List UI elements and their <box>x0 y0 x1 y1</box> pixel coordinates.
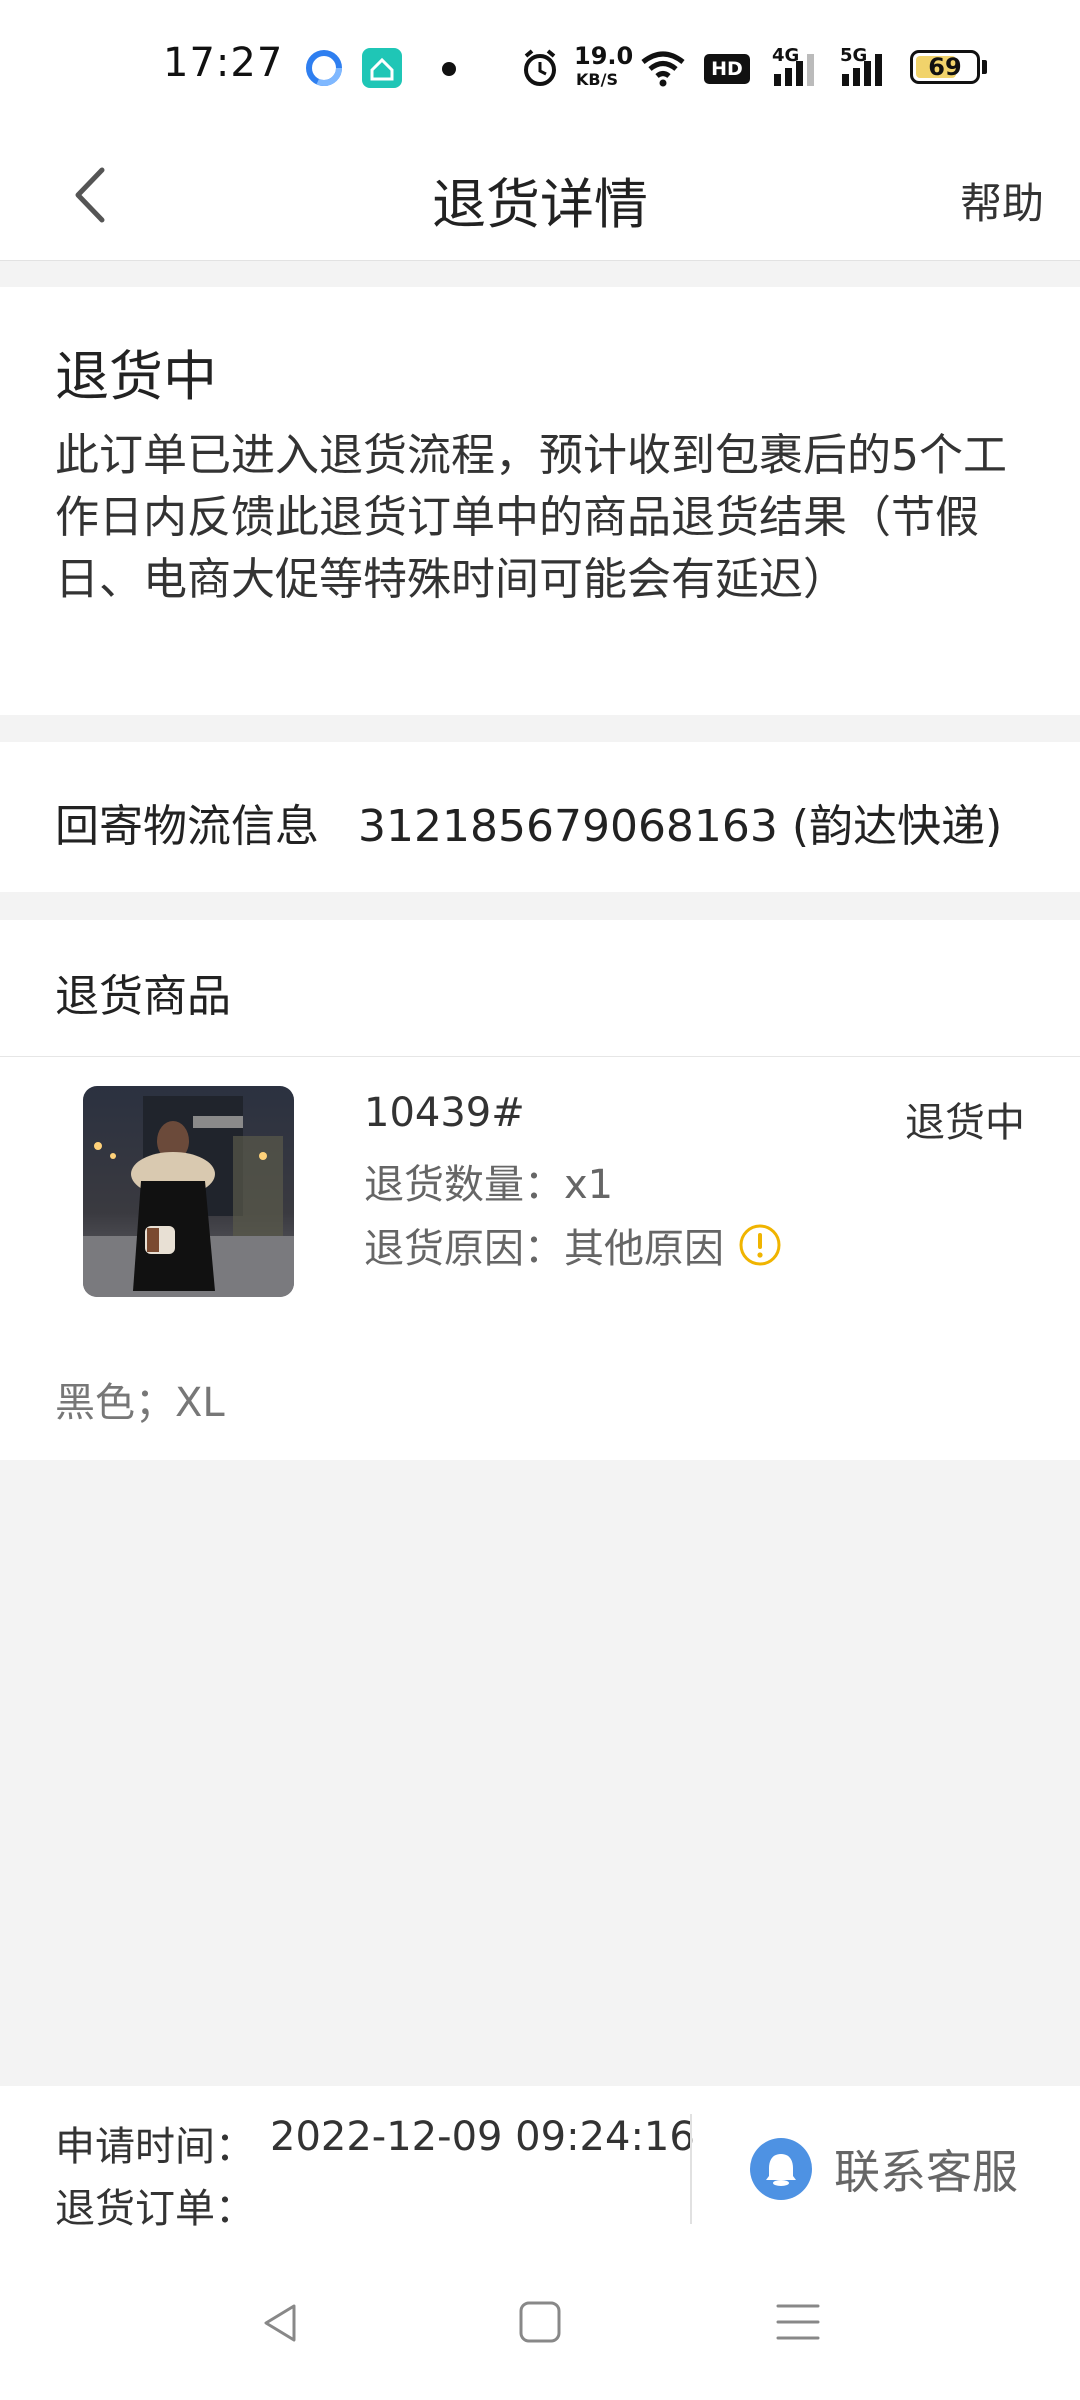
return-status-title: 退货中 <box>55 345 217 408</box>
apply-time-label: 申请时间： <box>55 2124 255 2170</box>
returned-goods-card: 退货商品 10439# 退货中 退货数量：x1 退货原因：其他原因 黑色；XL <box>0 920 1080 1460</box>
net-speed-unit: KB/S <box>576 70 618 89</box>
return-reason-row: 退货原因：其他原因 <box>364 1216 782 1274</box>
page-title: 退货详情 <box>432 173 648 236</box>
notification-dot-icon <box>442 62 456 76</box>
product-return-status: 退货中 <box>905 1100 1025 1146</box>
signal-4g-icon <box>774 54 814 86</box>
return-status-description: 此订单已进入退货流程，预计收到包裹后的5个工作日内反馈此退货订单中的商品退货结果… <box>55 430 1007 605</box>
nav-recents-icon[interactable] <box>774 2298 822 2346</box>
net-speed-value: 19.0 <box>574 42 634 70</box>
customer-service-icon <box>750 2138 812 2200</box>
product-name: 10439# <box>364 1090 525 1136</box>
apply-time-value: 2022-12-09 09:24:16 <box>270 2114 695 2160</box>
product-thumbnail[interactable] <box>83 1086 294 1297</box>
contact-service-label: 联系客服 <box>834 2145 1018 2199</box>
logistics-label: 回寄物流信息 <box>55 801 319 852</box>
nav-back-icon[interactable] <box>256 2298 306 2348</box>
home-app-icon <box>362 48 402 88</box>
signal-5g-icon <box>842 54 882 86</box>
alarm-icon <box>524 49 556 86</box>
product-spec: 黑色；XL <box>55 1380 225 1426</box>
return-status-card: 退货中 此订单已进入退货流程，预计收到包裹后的5个工作日内反馈此退货订单中的商品… <box>0 287 1080 715</box>
return-reason: 退货原因：其他原因 <box>364 1226 724 1272</box>
battery-cap <box>982 60 987 74</box>
logistics-card[interactable]: 回寄物流信息 312185679068163 (韵达快递) <box>0 742 1080 892</box>
browser-icon <box>306 50 342 86</box>
divider <box>0 1056 1080 1057</box>
vertical-divider <box>690 2114 692 2224</box>
hd-voice-icon: HD <box>704 54 750 84</box>
exclamation-circle-icon[interactable] <box>738 1223 782 1267</box>
status-time: 17:27 <box>163 40 284 86</box>
contact-service-button[interactable]: 联系客服 <box>750 2136 1018 2202</box>
wifi-icon <box>641 51 685 87</box>
return-quantity: 退货数量：x1 <box>364 1162 614 1208</box>
logistics-tracking-number[interactable]: 312185679068163 (韵达快递) <box>358 790 1002 854</box>
battery-level: 69 <box>928 53 962 81</box>
nav-home-icon[interactable] <box>516 2298 564 2346</box>
return-order-label: 退货订单： <box>55 2186 255 2232</box>
bottom-info-bar: 申请时间： 2022-12-09 09:24:16 退货订单： 联系客服 <box>0 2086 1080 2400</box>
help-button[interactable]: 帮助 <box>960 170 1044 231</box>
status-bar: 17:27 19.0 KB/S HD 4G 5G 69 <box>0 0 1080 130</box>
returned-goods-header: 退货商品 <box>55 971 231 1022</box>
hd-label: HD <box>711 58 743 80</box>
battery-icon: 69 <box>910 50 980 84</box>
top-app-bar: 退货详情 帮助 <box>0 130 1080 261</box>
